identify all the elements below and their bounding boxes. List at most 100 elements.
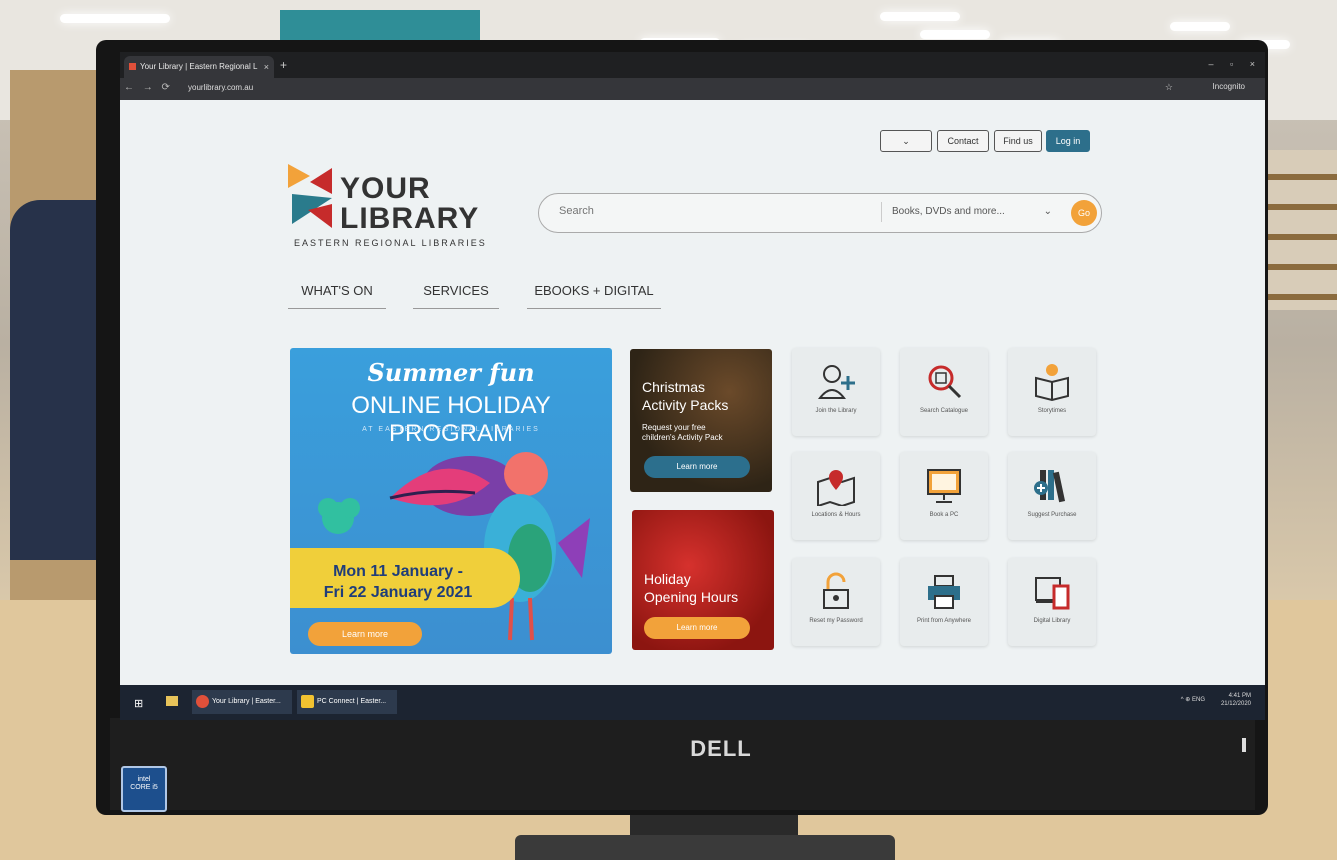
holiday-hours-title: Holiday Opening Hours (644, 570, 738, 606)
xmas-sub-line2: children's Activity Pack (642, 432, 723, 442)
toucan-illustration-icon (318, 452, 590, 641)
address-bar: ← → ⟳ yourlibrary.com.au ☆ Incognito (120, 78, 1265, 100)
monitor-icon (927, 469, 961, 503)
holiday-title-line2: Opening Hours (644, 589, 739, 606)
devices-icon (1035, 577, 1070, 610)
pc-connect-icon (301, 695, 314, 708)
tile-storytimes[interactable]: Storytimes (1008, 348, 1096, 436)
map-pin-icon (817, 470, 855, 506)
search-scope-select[interactable]: Books, DVDs and more... ⌄ (881, 202, 1062, 222)
holiday-hours-learn-more-button[interactable]: Learn more (644, 617, 750, 639)
search-catalogue-icon (928, 365, 962, 399)
tile-search-catalogue[interactable]: Search Catalogue (900, 348, 988, 436)
sticker-model: CORE i5 (130, 783, 158, 791)
close-tab-icon[interactable]: × (264, 56, 269, 78)
tile-label: Suggest Purchase (1027, 512, 1077, 518)
tab-title: Your Library | Eastern Regional L (140, 62, 258, 71)
taskbar-item-label: PC Connect | Easter... (317, 698, 387, 705)
holiday-program-banner[interactable]: Summer fun ONLINE HOLIDAY PROGRAM AT EAS… (290, 348, 612, 654)
taskbar-pcconnect-item[interactable]: PC Connect | Easter... (297, 690, 397, 714)
monitor-stand-base (515, 835, 895, 860)
bookmark-star-icon[interactable]: ☆ (1165, 82, 1173, 93)
xmas-sub-line1: Request your free (642, 423, 706, 432)
windows-taskbar: ⊞ Your Library | Easter... PC Connect | … (120, 685, 1265, 720)
system-tray[interactable]: ^ ⊕ ENG (1181, 696, 1205, 703)
url-field[interactable]: yourlibrary.com.au (188, 83, 253, 92)
xmas-title-line2: Activity Packs (642, 396, 729, 413)
monitor-chin (110, 718, 1255, 810)
tile-label: Locations & Hours (811, 512, 861, 518)
dell-logo: DELL (690, 736, 752, 761)
sticker-brand: intel (137, 776, 151, 783)
tile-label: Digital Library (1033, 618, 1071, 624)
nav-buttons[interactable]: ← → ⟳ (124, 82, 170, 93)
tray-lang: ENG (1191, 697, 1205, 703)
holiday-program-learn-more-button[interactable]: Learn more (308, 622, 422, 646)
login-button[interactable]: Log in (1046, 130, 1090, 152)
holiday-hours-banner[interactable]: Holiday Opening Hours Learn more (632, 510, 774, 650)
nav-services[interactable]: SERVICES (413, 283, 499, 309)
library-logo[interactable]: YOUR LIBRARY EASTERN REGIONAL LIBRARIES (288, 162, 488, 252)
add-user-icon (817, 365, 855, 399)
logo-tagline: EASTERN REGIONAL LIBRARIES (294, 238, 487, 248)
contact-button[interactable]: Contact (937, 130, 989, 152)
power-icon[interactable] (1242, 738, 1246, 752)
holiday-title-line1: Holiday (644, 571, 691, 587)
taskbar-chrome-item[interactable]: Your Library | Easter... (192, 690, 292, 714)
bookshelf (1268, 150, 1337, 310)
person-silhouette (10, 200, 105, 560)
banner-date-end: Fri 22 January 2021 (323, 583, 473, 601)
find-us-button[interactable]: Find us (994, 130, 1042, 152)
christmas-packs-banner[interactable]: Christmas Activity Packs Request your fr… (630, 349, 772, 492)
browser-window: Your Library | Eastern Regional L × + – … (120, 52, 1265, 720)
printer-icon (928, 575, 960, 609)
tile-book-pc[interactable]: Book a PC (900, 452, 988, 540)
logo-line2: LIBRARY (340, 202, 480, 235)
xmas-subtitle: Request your free children's Activity Pa… (642, 423, 723, 442)
search-go-button[interactable]: Go (1071, 200, 1097, 226)
book-reader-icon (1035, 364, 1069, 402)
favicon-icon (129, 63, 136, 70)
language-select[interactable]: ⌄ (880, 130, 932, 152)
windows-start-icon[interactable]: ⊞ (134, 697, 143, 710)
tile-print-anywhere[interactable]: Print from Anywhere (900, 558, 988, 646)
xmas-title: Christmas Activity Packs (642, 379, 728, 414)
browser-tab[interactable]: Your Library | Eastern Regional L × (124, 56, 274, 78)
christmas-learn-more-button[interactable]: Learn more (644, 456, 750, 478)
clock-time: 4:41 PM (1228, 693, 1251, 699)
chevron-down-icon: ⌄ (1043, 206, 1052, 217)
ceiling-light (60, 14, 170, 23)
tile-reset-password[interactable]: Reset my Password (792, 558, 880, 646)
ceiling-light (920, 30, 990, 39)
tile-label: Book a PC (929, 512, 959, 518)
tile-label: Search Catalogue (919, 408, 969, 414)
nav-ebooks-digital[interactable]: EBOOKS + DIGITAL (527, 283, 661, 309)
tile-locations-hours[interactable]: Locations & Hours (792, 452, 880, 540)
banner-dates: Mon 11 January - Fri 22 January 2021 (298, 562, 498, 604)
taskbar-item-label: Your Library | Easter... (212, 698, 281, 705)
search-input[interactable] (557, 204, 861, 218)
tab-bar: Your Library | Eastern Regional L × + – … (120, 52, 1265, 78)
books-plus-icon (1034, 470, 1066, 503)
clock[interactable]: 4:41 PM 21/12/2020 (1221, 693, 1251, 709)
window-controls[interactable]: – ▫ × (1209, 59, 1255, 69)
ceiling-light (1170, 22, 1230, 31)
incognito-badge[interactable]: Incognito (1213, 82, 1245, 91)
chevron-down-icon: ⌄ (902, 136, 910, 146)
file-explorer-icon[interactable] (166, 696, 178, 706)
tile-label: Print from Anywhere (916, 618, 972, 624)
tile-label: Join the Library (815, 408, 857, 414)
tile-suggest-purchase[interactable]: Suggest Purchase (1008, 452, 1096, 540)
search-bar: Books, DVDs and more... ⌄ Go (538, 193, 1102, 233)
unlock-icon (823, 572, 849, 609)
logo-mark-icon (288, 164, 332, 228)
tile-digital-library[interactable]: Digital Library (1008, 558, 1096, 646)
xmas-title-line1: Christmas (642, 379, 706, 395)
logo-line1: YOUR (340, 172, 431, 205)
clock-date: 21/12/2020 (1220, 700, 1251, 707)
chrome-icon (196, 695, 209, 708)
tile-join-library[interactable]: Join the Library (792, 348, 880, 436)
nav-whats-on[interactable]: WHAT'S ON (288, 283, 386, 309)
intel-sticker: intel CORE i5 (121, 766, 167, 812)
new-tab-button[interactable]: + (280, 58, 287, 72)
